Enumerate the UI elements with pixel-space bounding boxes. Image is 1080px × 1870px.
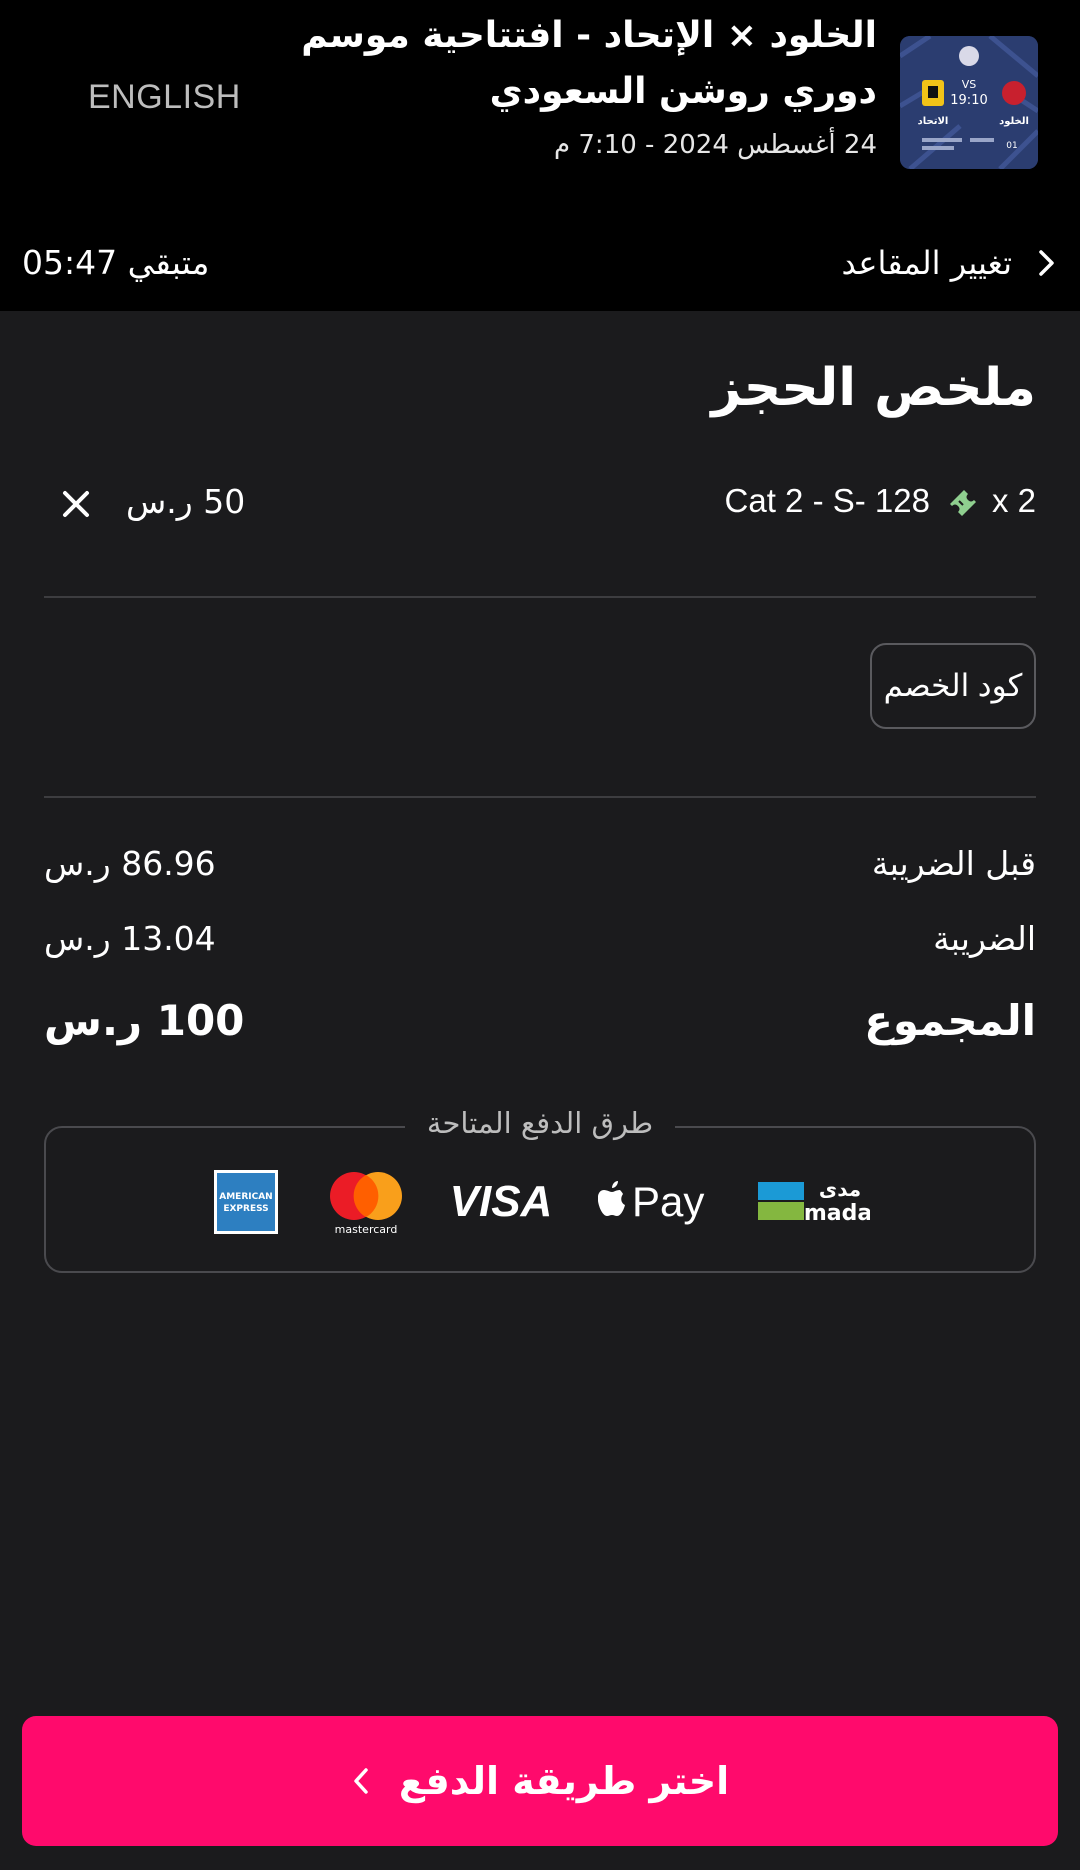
- event-header: ENGLISH الخلود × الإتحاد - افتتاحية موسم…: [0, 0, 1080, 311]
- ticket-seat-label: Cat 2 - S- 128: [724, 482, 930, 519]
- event-title-line2: دوري روشن السعودي: [489, 71, 877, 112]
- ticket-description: Cat 2 - S- 128 x 2: [725, 482, 1036, 520]
- language-toggle[interactable]: ENGLISH: [88, 78, 241, 117]
- amex-line2: EXPRESS: [223, 1204, 268, 1214]
- total-row: المجموع 100 ر.س: [44, 996, 1036, 1045]
- payment-logos: AMERICAN EXPRESS mastercard VISA Pay مدى…: [46, 1170, 1034, 1240]
- payment-methods-title: طرق الدفع المتاحة: [404, 1106, 676, 1140]
- thumb-vs: VS: [962, 78, 977, 91]
- tax-label: الضريبة: [933, 919, 1036, 958]
- mada-logo-icon: مدى mada: [758, 1177, 870, 1226]
- choose-payment-method-button[interactable]: اختر طريقة الدفع: [22, 1716, 1058, 1846]
- amex-line1: AMERICAN: [219, 1192, 272, 1202]
- event-title: الخلود × الإتحاد - افتتاحية موسم دوري رو…: [257, 8, 877, 120]
- countdown-timer: متبقي 05:47: [22, 243, 210, 282]
- change-seats-label: تغيير المقاعد: [841, 244, 1012, 282]
- total-label: المجموع: [864, 996, 1036, 1045]
- thumb-team-left: الاتحاد: [918, 116, 949, 127]
- thumb-round: 01: [1006, 141, 1017, 151]
- booking-summary-title: ملخص الحجز: [711, 358, 1036, 418]
- promo-code-button[interactable]: كود الخصم: [870, 643, 1036, 729]
- payment-methods-box: طرق الدفع المتاحة AMERICAN EXPRESS maste…: [44, 1106, 1036, 1273]
- remove-ticket-close-icon[interactable]: [60, 488, 92, 520]
- apple-pay-text: Pay: [632, 1178, 704, 1225]
- chevron-right-icon: [1039, 250, 1054, 276]
- amex-logo-icon: AMERICAN EXPRESS: [214, 1170, 278, 1234]
- apple-pay-logo-icon: Pay: [598, 1178, 704, 1225]
- payment-methods-legend: طرق الدفع المتاحة: [46, 1106, 1034, 1140]
- thumb-team-right: الخلود: [999, 116, 1029, 127]
- visa-text: VISA: [450, 1177, 553, 1226]
- event-poster-image: VS 19:10 الاتحاد الخلود 01: [900, 36, 1038, 169]
- cta-label: اختر طريقة الدفع: [398, 1759, 730, 1803]
- ticket-icon: [949, 490, 976, 516]
- event-title-line1: الخلود × الإتحاد - افتتاحية موسم: [301, 15, 877, 56]
- visa-logo-icon: VISA: [450, 1177, 553, 1226]
- mada-arabic-text: مدى: [819, 1177, 861, 1201]
- total-value: 100 ر.س: [44, 996, 245, 1045]
- divider: [44, 596, 1036, 598]
- ticket-line-item: 50 ر.س Cat 2 - S- 128 x 2: [44, 480, 1036, 532]
- subtotal-value: 86.96 ر.س: [44, 844, 216, 883]
- mastercard-logo-icon: mastercard: [330, 1172, 402, 1236]
- divider: [44, 796, 1036, 798]
- tax-value: 13.04 ر.س: [44, 919, 216, 958]
- chevron-left-icon: [354, 1768, 368, 1794]
- mastercard-text: mastercard: [335, 1223, 398, 1236]
- ticket-quantity: x 2: [991, 482, 1036, 519]
- change-seats-link[interactable]: تغيير المقاعد: [842, 244, 1058, 282]
- thumb-time: 19:10: [950, 93, 987, 108]
- subtotal-row: قبل الضريبة 86.96 ر.س: [44, 844, 1036, 892]
- event-date: 24 أغسطس 2024 - 7:10 م: [554, 130, 877, 160]
- subtotal-label: قبل الضريبة: [871, 844, 1036, 883]
- mada-english-text: mada: [804, 1201, 870, 1226]
- tax-row: الضريبة 13.04 ر.س: [44, 919, 1036, 967]
- event-thumbnail: VS 19:10 الاتحاد الخلود 01: [900, 36, 1038, 169]
- ticket-price: 50 ر.س: [126, 482, 246, 521]
